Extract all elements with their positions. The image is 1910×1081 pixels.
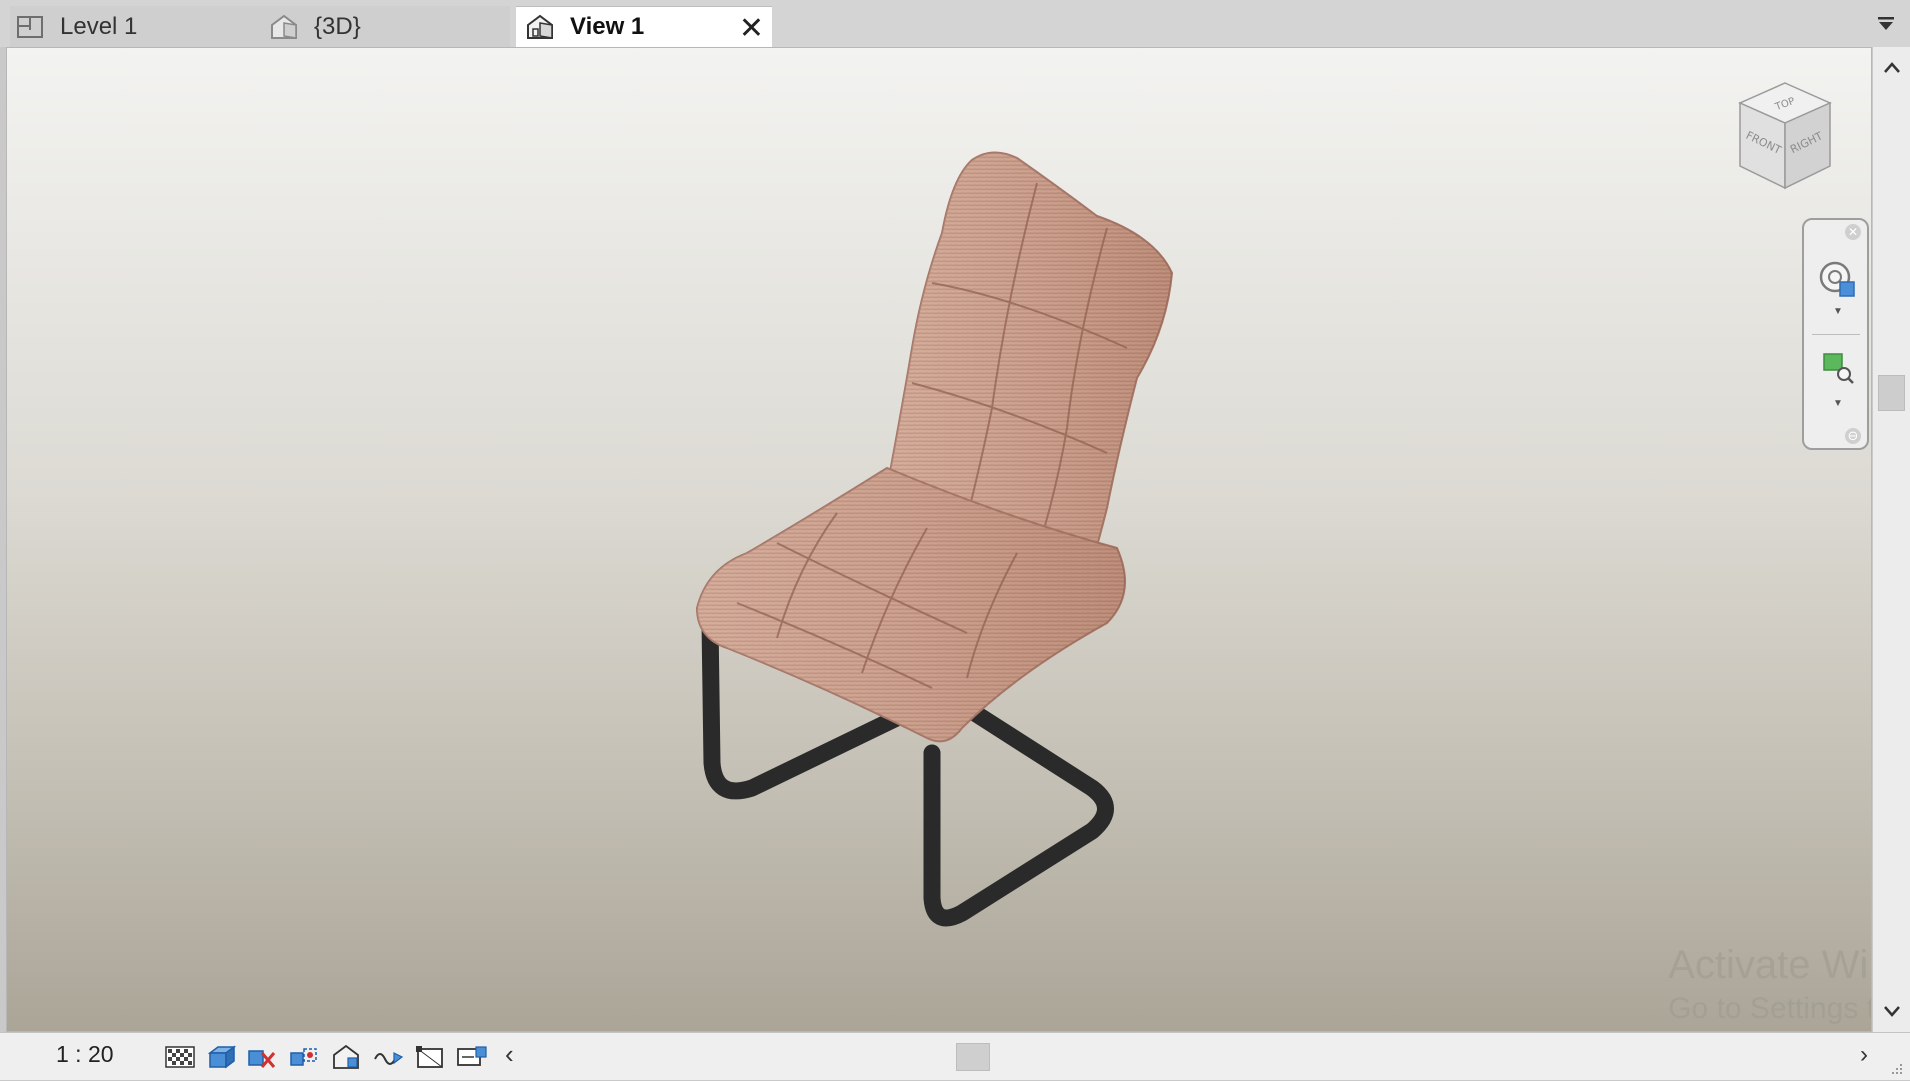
close-tab-icon[interactable]: ✕ xyxy=(739,11,764,46)
reveal-hidden-icon[interactable] xyxy=(288,1043,320,1071)
horizontal-scroll-thumb[interactable] xyxy=(956,1043,990,1071)
scroll-right-icon[interactable]: › xyxy=(1860,1041,1868,1069)
activation-watermark: Activate Wi Go to Settings t xyxy=(1668,943,1872,1031)
tab-list-dropdown-icon[interactable] xyxy=(1876,14,1896,34)
viewcube[interactable]: TOP FRONT RIGHT xyxy=(1730,78,1840,198)
tab-label: View 1 xyxy=(570,13,645,40)
crop-view-icon[interactable] xyxy=(414,1043,446,1071)
scroll-down-icon[interactable] xyxy=(1881,1000,1903,1022)
close-navbar-icon[interactable]: ✕ xyxy=(1845,224,1861,240)
visual-style-icon[interactable] xyxy=(206,1043,238,1071)
watermark-line-2: Go to Settings t xyxy=(1668,992,1872,1025)
view-tab-bar: Level 1 {3D} View 1 ✕ xyxy=(0,0,1910,47)
house-3d-icon xyxy=(524,12,556,42)
steering-wheel-dropdown-icon[interactable]: ▼ xyxy=(1828,306,1848,320)
horizontal-scrollbar[interactable]: › xyxy=(540,1041,1868,1071)
watermark-line-1: Activate Wi xyxy=(1668,943,1869,987)
detail-level-icon[interactable] xyxy=(164,1043,196,1071)
view-scale[interactable]: 1 : 20 xyxy=(56,1041,114,1068)
vertical-scrollbar[interactable] xyxy=(1873,47,1910,1032)
zoom-dropdown-icon[interactable]: ▼ xyxy=(1828,398,1848,412)
tab-3d[interactable]: {3D} xyxy=(264,6,361,47)
tab-view-1[interactable]: View 1 ✕ xyxy=(516,6,772,47)
steering-wheel-icon[interactable] xyxy=(1818,260,1858,300)
resize-grip-icon[interactable] xyxy=(1890,1062,1904,1076)
navbar-divider xyxy=(1812,334,1860,335)
chair-model[interactable] xyxy=(7,48,1872,1032)
navbar-options-icon[interactable]: ⊖ xyxy=(1845,428,1861,444)
temporary-hide-icon[interactable] xyxy=(246,1043,278,1071)
3d-viewport[interactable]: Activate Wi Go to Settings t xyxy=(6,47,1872,1032)
vertical-scroll-thumb[interactable] xyxy=(1878,375,1905,411)
tab-label: {3D} xyxy=(314,12,361,40)
collapse-controls-icon[interactable]: ‹ xyxy=(505,1039,514,1070)
view-control-bar: 1 : 20 ‹ › xyxy=(0,1032,1910,1080)
show-crop-region-icon[interactable] xyxy=(456,1043,488,1071)
house-3d-icon xyxy=(268,12,300,42)
analytical-model-icon[interactable] xyxy=(330,1043,362,1071)
zoom-region-icon[interactable] xyxy=(1820,350,1856,386)
floor-plan-icon xyxy=(14,12,46,42)
tab-label: Level 1 xyxy=(60,12,138,40)
highlight-displacement-icon[interactable] xyxy=(372,1043,404,1071)
navigation-bar: ✕ ▼ ▼ ⊖ xyxy=(1802,218,1869,450)
tab-level-1[interactable]: Level 1 xyxy=(10,6,510,47)
scroll-up-icon[interactable] xyxy=(1881,57,1903,79)
